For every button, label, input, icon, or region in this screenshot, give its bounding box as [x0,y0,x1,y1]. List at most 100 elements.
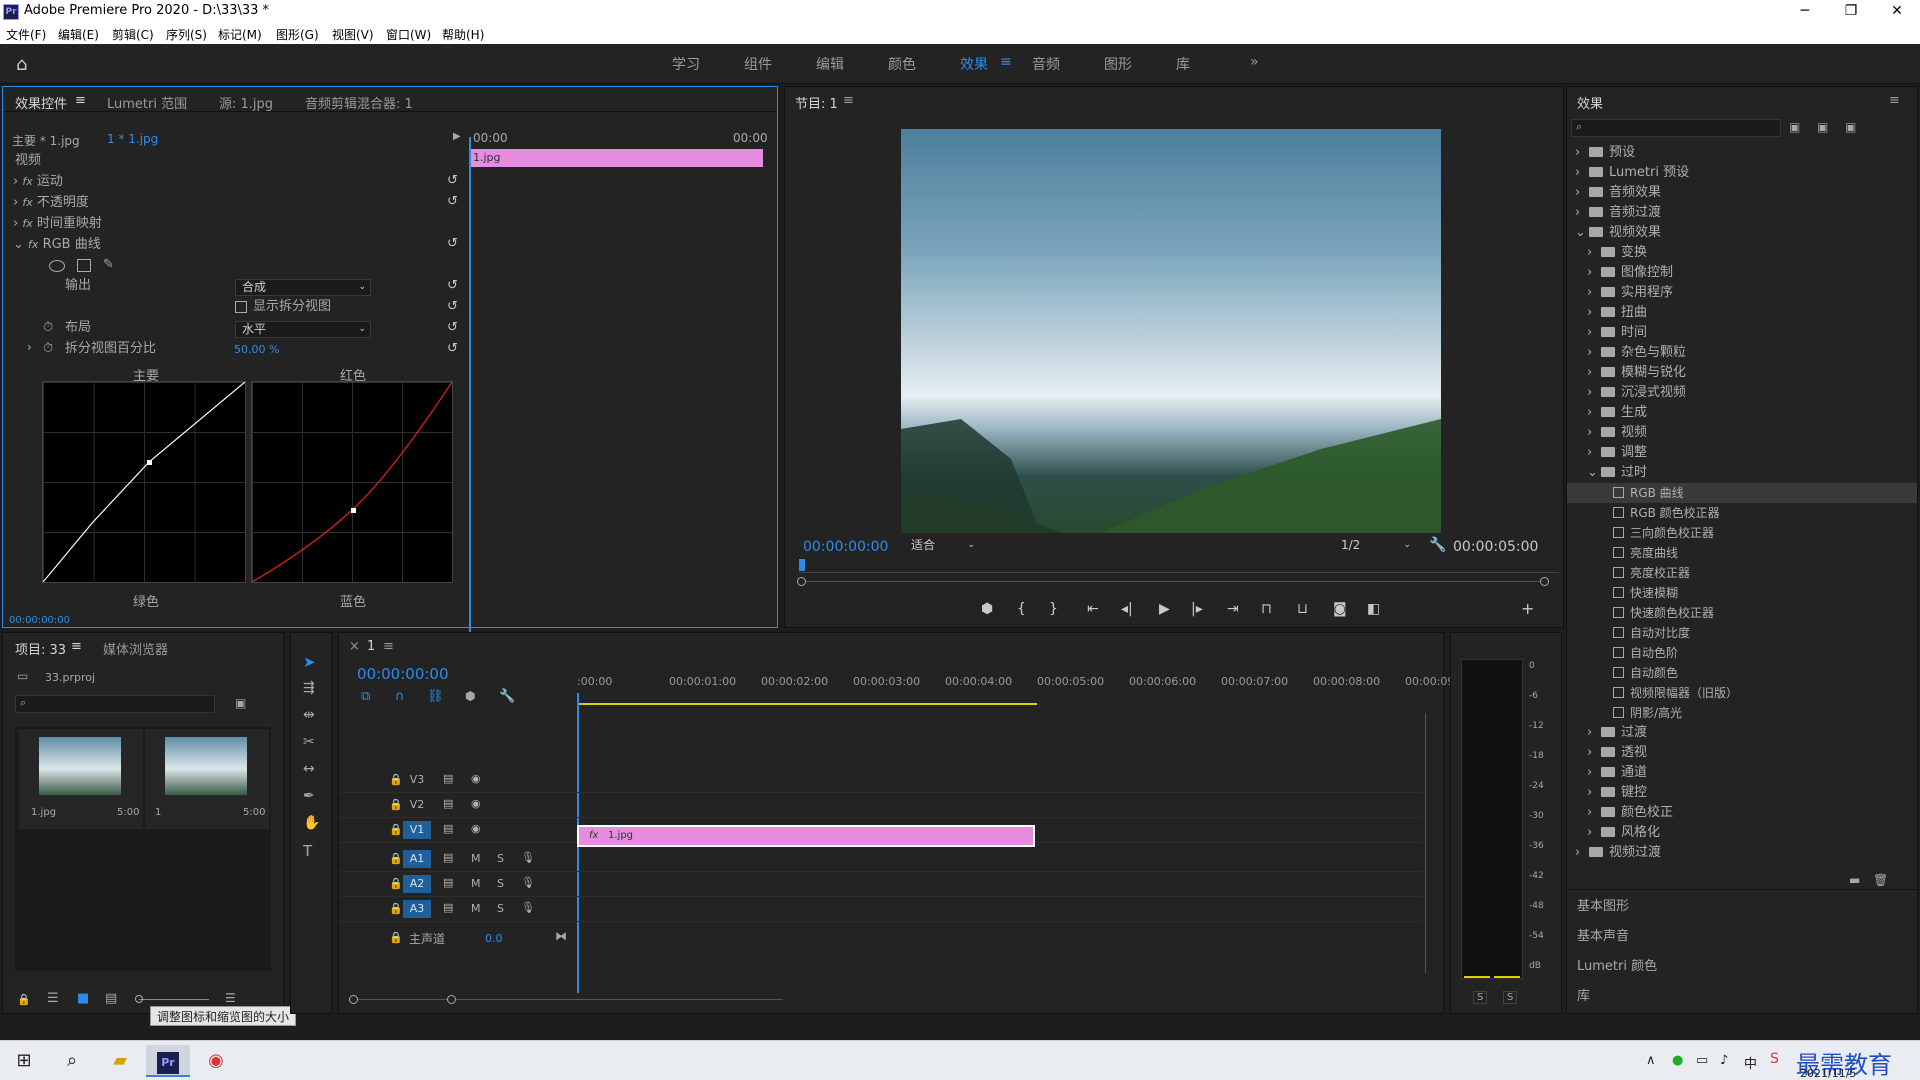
effects-folder[interactable]: ⌄ 视频效果 [1567,223,1917,243]
track-lock-icon[interactable]: 🔒 [389,773,403,786]
slip-tool-icon[interactable]: ↔ [303,761,315,777]
track-mute-button[interactable]: M [471,852,481,865]
disclosure-icon[interactable]: › [1587,343,1601,363]
effects-folder[interactable]: › 沉浸式视频 [1567,383,1917,403]
play-clip-icon[interactable]: ▶ [453,131,461,142]
delete-icon[interactable]: 🗑 [1873,873,1888,887]
new-bin-icon[interactable]: ▬ [1849,873,1860,887]
solo-left-button[interactable]: S [1473,991,1488,1004]
track-target-a1[interactable]: A1 [403,850,431,868]
button-editor-icon[interactable]: + [1521,599,1534,618]
prop-motion[interactable]: › fx 运动 [13,172,63,192]
disclosure-icon[interactable]: › [1575,143,1589,163]
effect-item[interactable]: RGB 曲线 [1567,483,1917,503]
menu-sequence[interactable]: 序列(S) [166,26,207,43]
effects-folder[interactable]: › 视频过渡 [1567,843,1917,863]
menu-window[interactable]: 窗口(W) [386,26,431,43]
effect-item[interactable]: 自动对比度 [1567,623,1917,643]
tray-chevron-icon[interactable]: ∧ [1646,1053,1656,1068]
tab-project[interactable]: 项目: 33 [15,639,66,658]
effect-item[interactable]: 自动颜色 [1567,663,1917,683]
hand-tool-icon[interactable]: ✋ [303,815,320,831]
track-target-v2[interactable]: V2 [403,796,431,814]
work-area-bar[interactable] [577,703,1037,705]
disclosure-icon[interactable]: › [1587,743,1601,763]
menu-file[interactable]: 文件(F) [6,26,46,43]
ripple-edit-tool-icon[interactable]: ⇹ [303,707,315,723]
lift-icon[interactable]: ⊓ [1261,601,1272,617]
menu-help[interactable]: 帮助(H) [442,26,484,43]
disclosure-icon[interactable]: › [1587,383,1601,403]
layout-select[interactable]: 水平 ⌄ [235,321,371,338]
close-icon[interactable]: ✕ [1874,0,1920,24]
track-solo-button[interactable]: S [497,902,504,915]
v1-clip[interactable]: fx 1.jpg [577,825,1035,847]
disclosure-icon[interactable]: › [1575,203,1589,223]
32bit-effects-icon[interactable]: ▣ [1817,120,1828,134]
mark-out-icon[interactable]: } [1049,601,1058,617]
track-mute-button[interactable]: M [471,902,481,915]
effects-folder[interactable]: › 键控 [1567,783,1917,803]
export-frame-icon[interactable]: ◙ [1333,601,1347,617]
timeline-v-scroll[interactable] [1425,713,1426,973]
disclosure-icon[interactable]: › [1587,443,1601,463]
timeline-menu-icon[interactable]: ≡ [383,639,394,654]
track-lock-icon[interactable]: 🔒 [389,877,403,890]
disclosure-icon[interactable]: › [1587,263,1601,283]
sequence-clip-label[interactable]: 1 * 1.jpg [107,132,158,146]
reset-split-icon[interactable]: ↺ [447,299,458,314]
workspace-effects[interactable]: 效果 [960,54,988,74]
workspace-menu-icon[interactable]: ≡ [1000,54,1012,70]
effects-folder[interactable]: › 颜色校正 [1567,803,1917,823]
track-sync-lock-icon[interactable]: ▤ [443,876,453,889]
workspace-editing[interactable]: 编辑 [816,54,844,74]
ec-clip-bar[interactable]: 1.jpg [469,149,763,167]
thumbnail-size-slider[interactable] [139,999,209,1000]
track-lock-icon[interactable]: 🔒 [389,852,403,865]
track-voiceover-icon[interactable]: 🎙 [521,901,535,914]
disclosure-icon[interactable]: › [1587,423,1601,443]
tab-media-browser[interactable]: 媒体浏览器 [103,639,168,658]
track-target-a3[interactable]: A3 [403,900,431,918]
track-solo-button[interactable]: S [497,877,504,890]
effect-item[interactable]: 快速颜色校正器 [1567,603,1917,623]
track-voiceover-icon[interactable]: 🎙 [521,851,535,864]
reset-layout-icon[interactable]: ↺ [447,320,458,335]
premiere-taskbar-icon[interactable]: Pr [146,1045,190,1077]
track-sync-lock-icon[interactable]: ▤ [443,901,453,914]
network-icon[interactable]: ▭ [1696,1053,1708,1068]
effect-item[interactable]: 自动色阶 [1567,643,1917,663]
track-select-tool-icon[interactable]: ⇶ [303,680,315,696]
ec-timecode[interactable]: 00:00:00:00 [9,615,70,626]
program-time-ruler[interactable] [799,563,1559,573]
type-tool-icon[interactable]: T [303,842,312,860]
chrome-icon[interactable]: ◉ [194,1045,238,1077]
start-icon[interactable]: ⊞ [2,1045,46,1077]
restore-icon[interactable]: ❐ [1828,0,1874,24]
step-back-icon[interactable]: ◂| [1121,601,1133,617]
track-target-v3[interactable]: V3 [403,771,431,789]
disclosure-icon[interactable]: › [1587,723,1601,743]
program-menu-icon[interactable]: ≡ [843,93,854,108]
effects-folder[interactable]: ⌄ 过时 [1567,463,1917,483]
menu-marker[interactable]: 标记(M) [218,26,262,43]
ellipse-mask-icon[interactable] [49,260,65,272]
menu-view[interactable]: 视图(V) [332,26,374,43]
disclosure-icon[interactable]: › [1587,763,1601,783]
track-sync-lock-icon[interactable]: ▤ [443,772,453,785]
track-eye-icon[interactable]: ◉ [471,772,481,785]
effect-item[interactable]: 视频限幅器（旧版） [1567,683,1917,703]
project-item[interactable]: 1.jpg 5:00 [19,729,143,829]
disclosure-icon[interactable]: › [1587,803,1601,823]
workspace-audio[interactable]: 音频 [1032,54,1060,74]
track-lock-icon[interactable]: 🔒 [389,823,403,836]
master-curve-graph[interactable] [42,381,246,583]
effect-item[interactable]: RGB 颜色校正器 [1567,503,1917,523]
disclosure-icon[interactable]: › [1587,823,1601,843]
workspace-learn[interactable]: 学习 [672,54,700,74]
workspace-color[interactable]: 颜色 [888,54,916,74]
track-target-a2[interactable]: A2 [403,875,431,893]
sogou-icon[interactable]: S [1770,1051,1779,1067]
effect-item[interactable]: 三向颜色校正器 [1567,523,1917,543]
go-to-in-icon[interactable]: ⇤ [1087,601,1099,617]
